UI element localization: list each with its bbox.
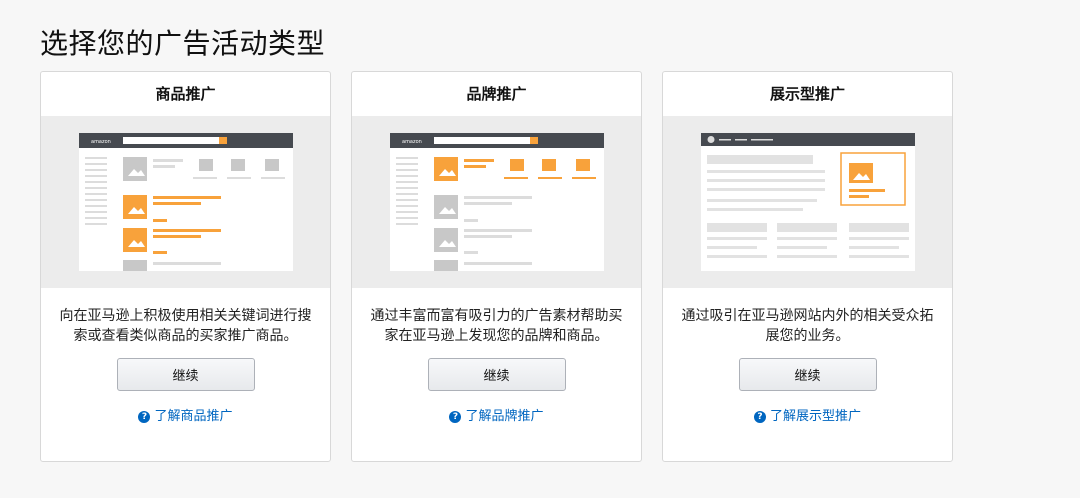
card-illustration bbox=[663, 116, 952, 288]
display-ad-mockup-icon bbox=[701, 133, 915, 271]
mock-amazon-logo: amazon bbox=[91, 139, 111, 145]
card-description: 通过丰富而富有吸引力的广告素材帮助买家在亚马逊上发现您的品牌和商品。 bbox=[370, 308, 623, 344]
card-illustration: amazon bbox=[352, 116, 641, 288]
learn-more-label: 了解展示型推广 bbox=[769, 409, 861, 424]
continue-button[interactable]: 继续 bbox=[427, 358, 566, 391]
card-illustration: amazon bbox=[41, 116, 330, 288]
card-description: 向在亚马逊上积极使用相关关键词进行搜索或查看类似商品的买家推广商品。 bbox=[59, 308, 312, 344]
learn-more-label: 了解品牌推广 bbox=[465, 409, 544, 424]
campaign-card-sponsored-brands[interactable]: 品牌推广 amazon 通过丰富而富有吸引力的广告素材帮助买家在亚马逊上发现您的… bbox=[351, 71, 642, 462]
card-title: 商品推广 bbox=[155, 85, 216, 103]
campaign-card-sponsored-display[interactable]: 展示型推广 通过吸引在亚马逊网站内外的相关受众拓展您的业务。 继续 ? 了解展示… bbox=[662, 71, 953, 462]
learn-more-link[interactable]: ? 了解品牌推广 bbox=[352, 405, 641, 424]
product-listing-mockup-icon: amazon bbox=[79, 133, 293, 271]
card-title: 品牌推广 bbox=[466, 85, 527, 103]
card-title: 展示型推广 bbox=[769, 85, 845, 103]
learn-more-link[interactable]: ? 了解展示型推广 bbox=[663, 405, 952, 424]
help-icon: ? bbox=[753, 411, 766, 423]
help-icon: ? bbox=[449, 411, 462, 423]
help-icon: ? bbox=[138, 411, 151, 423]
brand-banner-mockup-icon: amazon bbox=[390, 133, 604, 271]
continue-button[interactable]: 继续 bbox=[738, 358, 877, 391]
page-title: 选择您的广告活动类型 bbox=[40, 27, 326, 60]
mock-amazon-logo: amazon bbox=[402, 139, 422, 145]
learn-more-link[interactable]: ? 了解商品推广 bbox=[41, 405, 330, 424]
card-description: 通过吸引在亚马逊网站内外的相关受众拓展您的业务。 bbox=[681, 308, 934, 344]
learn-more-label: 了解商品推广 bbox=[154, 409, 233, 424]
campaign-card-sponsored-products[interactable]: 商品推广 amazon 向在亚马逊上积极使用相关关键词进行搜索或查看类似商品的买… bbox=[40, 71, 331, 462]
continue-button[interactable]: 继续 bbox=[116, 358, 255, 391]
